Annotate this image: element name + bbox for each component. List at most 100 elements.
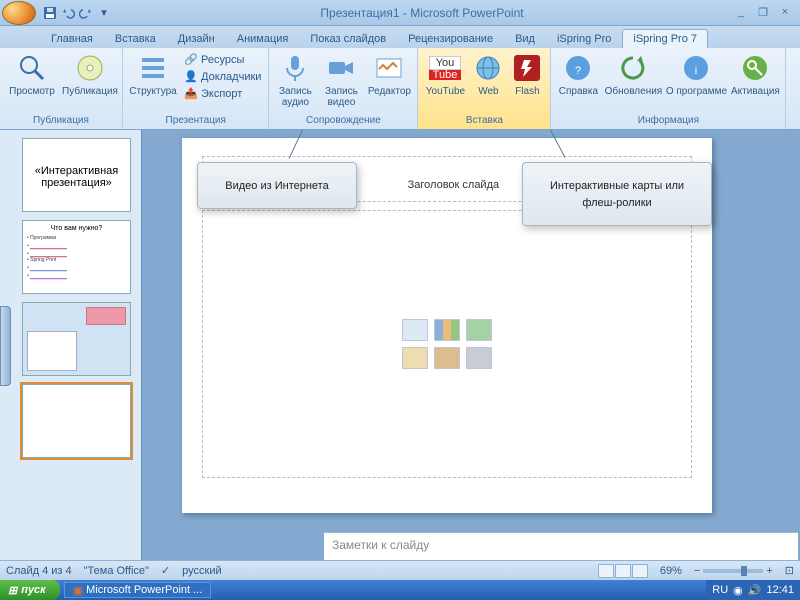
powerpoint-icon: ▣ [73,584,83,597]
undo-icon[interactable] [60,5,76,21]
tab-animation[interactable]: Анимация [226,29,300,48]
globe-icon [472,52,504,84]
view-buttons [598,564,648,578]
fit-button[interactable]: ⊡ [785,564,794,577]
save-icon[interactable] [42,5,58,21]
mic-icon [279,52,311,84]
taskbar: ⊞пуск ▣Microsoft PowerPoint ... RU ◉ 🔊 1… [0,580,800,600]
callout-flash: Интерактивные карты или флеш-ролики [522,162,712,226]
ribbon: Просмотр Публикация Публикация Структура… [0,48,800,130]
tab-design[interactable]: Дизайн [167,29,226,48]
tab-ispring7[interactable]: iSpring Pro 7 [622,29,708,48]
close-button[interactable]: × [776,6,794,19]
sorter-view-button[interactable] [615,564,631,578]
statusbar: Слайд 4 из 4 "Тема Office" ✓ русский 69%… [0,560,800,580]
help-icon: ? [562,52,594,84]
thumbnail-2[interactable]: 2 Что вам нужно? • Программа• ______• __… [22,220,131,294]
maximize-button[interactable]: ❐ [754,6,772,19]
structure-icon [137,52,169,84]
activation-button[interactable]: Активация [729,50,781,97]
ribbon-tabs: Главная Вставка Дизайн Анимация Показ сл… [0,26,800,48]
tab-insert[interactable]: Вставка [104,29,167,48]
tab-review[interactable]: Рецензирование [397,29,504,48]
system-tray: RU ◉ 🔊 12:41 [706,580,800,600]
thumbnail-4[interactable]: 4 [22,384,131,458]
qat-dropdown-icon[interactable]: ▾ [96,5,112,21]
key-icon [739,52,771,84]
about-button[interactable]: i О программе [665,50,727,97]
group-insert: YouTube YouTube Web Flash Вставка [418,48,551,129]
office-button[interactable] [2,1,36,25]
titlebar: ▾ Презентация1 - Microsoft PowerPoint _ … [0,0,800,26]
preview-button[interactable]: Просмотр [4,50,60,97]
status-language[interactable]: русский [182,565,221,577]
chart-icon[interactable] [434,319,460,341]
status-slide-count: Слайд 4 из 4 [6,565,72,577]
svg-text:i: i [695,65,697,77]
updates-button[interactable]: Обновления [603,50,663,97]
table-icon[interactable] [402,319,428,341]
record-audio-button[interactable]: Запись аудио [273,50,317,108]
resources-button[interactable]: 🔗Ресурсы [181,52,264,68]
svg-text:?: ? [575,65,581,77]
flash-icon [511,52,543,84]
publish-button[interactable]: Публикация [62,50,118,97]
normal-view-button[interactable] [598,564,614,578]
person-icon: 👤 [184,70,198,84]
tab-view[interactable]: Вид [504,29,546,48]
zoom-slider[interactable]: −+ [694,565,773,577]
thumbnail-1[interactable]: 1«Интерактивная презентация» [22,138,131,212]
tab-slideshow[interactable]: Показ слайдов [299,29,397,48]
structure-button[interactable]: Структура [127,50,179,97]
editor-icon [373,52,405,84]
taskbar-app[interactable]: ▣Microsoft PowerPoint ... [64,582,212,598]
picture-icon[interactable] [402,347,428,369]
tray-volume-icon[interactable]: 🔊 [748,584,762,597]
presenters-button[interactable]: 👤Докладчики [181,69,264,85]
group-publish: Просмотр Публикация Публикация [0,48,123,129]
tray-lang[interactable]: RU [712,584,728,596]
youtube-icon: YouTube [429,52,461,84]
placeholder-icons [402,319,492,369]
svg-text:Tube: Tube [433,69,458,80]
smartart-icon[interactable] [466,319,492,341]
group-presentation: Структура 🔗Ресурсы 👤Докладчики 📤Экспорт … [123,48,269,129]
thumbnail-3[interactable]: 3 [22,302,131,376]
notes-pane[interactable]: Заметки к слайду [324,532,798,560]
slideshow-view-button[interactable] [632,564,648,578]
youtube-button[interactable]: YouTube YouTube [422,50,468,97]
editor-button[interactable]: Редактор [365,50,413,97]
tray-icon[interactable]: ◉ [733,584,743,597]
media-icon[interactable] [466,347,492,369]
window-controls: _ ❐ × [732,6,794,19]
help-button[interactable]: ? Справка [555,50,601,97]
tab-ispring[interactable]: iSpring Pro [546,29,622,48]
slide-canvas: ЗаЗаголовок слайда Видео из Интернета Ин… [142,130,800,560]
export-icon: 📤 [184,87,198,101]
status-theme: "Тема Office" [84,565,149,577]
redo-icon[interactable] [78,5,94,21]
tray-clock[interactable]: 12:41 [766,584,794,596]
quick-access-toolbar: ▾ [42,5,112,21]
windows-icon: ⊞ [8,584,17,597]
workspace: 1«Интерактивная презентация» 2 Что вам н… [0,130,800,560]
magnifier-icon [16,52,48,84]
window-title: Презентация1 - Microsoft PowerPoint [112,6,732,20]
web-button[interactable]: Web [470,50,506,97]
side-toolbar[interactable] [0,306,11,386]
cd-icon [74,52,106,84]
start-button[interactable]: ⊞пуск [0,580,60,600]
flash-button[interactable]: Flash [508,50,546,97]
record-video-button[interactable]: Запись видео [319,50,363,108]
callout-video: Видео из Интернета [197,162,357,209]
group-narration: Запись аудио Запись видео Редактор Сопро… [269,48,418,129]
export-button[interactable]: 📤Экспорт [181,86,264,102]
svg-text:You: You [436,57,455,69]
zoom-level[interactable]: 69% [660,565,682,577]
minimize-button[interactable]: _ [732,6,750,19]
slide-thumbnails: 1«Интерактивная презентация» 2 Что вам н… [0,130,142,560]
content-placeholder[interactable] [202,210,692,478]
clipart-icon[interactable] [434,347,460,369]
tab-home[interactable]: Главная [40,29,104,48]
spellcheck-icon[interactable]: ✓ [161,564,170,577]
